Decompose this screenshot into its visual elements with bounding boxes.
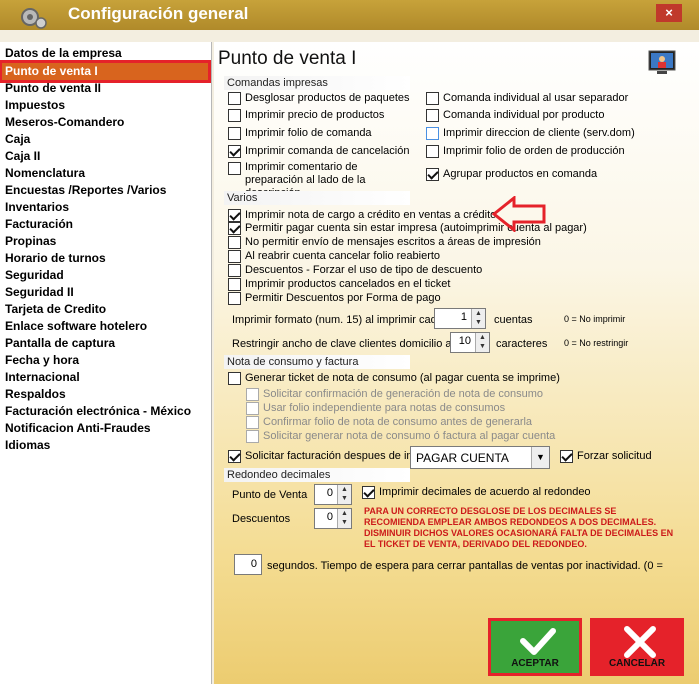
page-title: Punto de venta I (218, 48, 357, 69)
cb-solicitar-facturacion[interactable]: Solicitar facturación despues de imp (228, 449, 410, 465)
sidebar-item-impuestos[interactable]: Impuestos (2, 97, 208, 114)
cb-folio-produccion[interactable]: Imprimir folio de orden de producción (426, 144, 625, 160)
sidebar-item-horario[interactable]: Horario de turnos (2, 250, 208, 267)
cb-descuentos-forma-pago[interactable]: Permitir Descuentos por Forma de pago (228, 291, 441, 307)
sidebar-item-meseros[interactable]: Meseros-Comandero (2, 114, 208, 131)
restringir-stepper[interactable]: 10 ▲ ▼ (450, 332, 490, 353)
stepper-up-icon[interactable]: ▲ (338, 509, 351, 518)
gear-icon (21, 8, 47, 29)
formato-note: 0 = No imprimir (564, 314, 626, 324)
stepper-down-icon[interactable]: ▼ (338, 494, 351, 503)
cb-imprimir-decimales[interactable]: Imprimir decimales de acuerdo al redonde… (362, 485, 591, 501)
formato-unit: cuentas (494, 314, 533, 326)
cb-direccion-cliente[interactable]: Imprimir direccion de cliente (serv.dom) (426, 126, 635, 142)
sidebar-item-respaldos[interactable]: Respaldos (2, 386, 208, 403)
cb-individual-separador[interactable]: Comanda individual al usar separador (426, 91, 628, 107)
sidebar-item-fecha[interactable]: Fecha y hora (2, 352, 208, 369)
sidebar-item-facturacion[interactable]: Facturación (2, 216, 208, 233)
restringir-note: 0 = No restringir (564, 338, 629, 348)
checkmark-icon (520, 628, 556, 655)
close-button[interactable]: × (656, 4, 682, 22)
stepper-down-icon[interactable]: ▼ (476, 342, 489, 351)
red-arrow-annotation (492, 196, 546, 232)
sidebar-item-idiomas[interactable]: Idiomas (2, 437, 208, 454)
descuentos-stepper[interactable]: 0 ▲ ▼ (314, 508, 352, 529)
cb-agrupar[interactable]: Agrupar productos en comanda (426, 167, 597, 183)
accept-button[interactable]: ACEPTAR (488, 618, 582, 676)
config-window: Configuración general × Datos de la empr… (0, 0, 699, 684)
redondeo-warning: PARA UN CORRECTO DESGLOSE DE LOS DECIMAL… (364, 506, 674, 549)
facturacion-select[interactable]: PAGAR CUENTA ▼ (410, 446, 550, 469)
sidebar-item-punto-venta-1[interactable]: Punto de venta I (0, 60, 211, 83)
section-redondeo: Redondeo decimales (224, 468, 410, 482)
punto-venta-stepper[interactable]: 0 ▲ ▼ (314, 484, 352, 505)
main-panel: Punto de venta I Comandas impresas Desgl… (214, 42, 699, 684)
espera-label: segundos. Tiempo de espera para cerrar p… (267, 560, 663, 572)
stepper-up-icon[interactable]: ▲ (472, 309, 485, 318)
cb-individual-producto[interactable]: Comanda individual por producto (426, 108, 604, 124)
cb-solicitar-nota-factura[interactable]: Solicitar generar nota de consumo ó fact… (246, 429, 555, 445)
sidebar-item-inventarios[interactable]: Inventarios (2, 199, 208, 216)
sidebar: Datos de la empresa Punto de venta I Pun… (0, 42, 212, 684)
sidebar-item-datos-empresa[interactable]: Datos de la empresa (2, 45, 208, 62)
stepper-down-icon[interactable]: ▼ (338, 518, 351, 527)
cb-desglosar[interactable]: Desglosar productos de paquetes (228, 91, 410, 107)
sidebar-item-seguridad-2[interactable]: Seguridad II (2, 284, 208, 301)
sidebar-item-caja[interactable]: Caja (2, 131, 208, 148)
sidebar-item-internacional[interactable]: Internacional (2, 369, 208, 386)
sidebar-item-pantalla[interactable]: Pantalla de captura (2, 335, 208, 352)
stepper-up-icon[interactable]: ▲ (476, 333, 489, 342)
section-consumo: Nota de consumo y factura (224, 355, 410, 369)
accept-label: ACEPTAR (511, 658, 559, 669)
sidebar-item-antifraudes[interactable]: Notificacion Anti-Fraudes (2, 420, 208, 437)
sidebar-item-punto-venta-2[interactable]: Punto de venta II (2, 80, 208, 97)
cb-comentario[interactable]: Imprimir comentario de preparación al la… (228, 161, 408, 199)
punto-venta-label: Punto de Venta (232, 489, 308, 501)
restringir-unit: caracteres (496, 338, 548, 350)
cb-precio[interactable]: Imprimir precio de productos (228, 108, 384, 124)
descuentos-label: Descuentos (232, 513, 291, 525)
stepper-down-icon[interactable]: ▼ (472, 318, 485, 327)
sidebar-item-hotelero[interactable]: Enlace software hotelero (2, 318, 208, 335)
close-icon (624, 626, 656, 658)
sidebar-item-nomenclatura[interactable]: Nomenclatura (2, 165, 208, 182)
restringir-label: Restringir ancho de clave clientes domic… (232, 338, 452, 350)
title-bar: Configuración general × (0, 0, 699, 30)
window-title: Configuración general (68, 4, 249, 23)
sidebar-item-propinas[interactable]: Propinas (2, 233, 208, 250)
chevron-down-icon[interactable]: ▼ (531, 447, 549, 468)
sidebar-item-tarjeta[interactable]: Tarjeta de Credito (2, 301, 208, 318)
cb-comanda-cancelacion[interactable]: Imprimir comanda de cancelación (228, 144, 409, 160)
cb-forzar-solicitud[interactable]: Forzar solicitud (560, 449, 652, 465)
cancel-label: CANCELAR (608, 658, 666, 669)
cb-generar-ticket[interactable]: Generar ticket de nota de consumo (al pa… (228, 371, 560, 387)
cb-folio-comanda[interactable]: Imprimir folio de comanda (228, 126, 372, 142)
section-varios: Varios (224, 191, 410, 205)
sidebar-item-caja-2[interactable]: Caja II (2, 148, 208, 165)
sidebar-item-factura-electronica[interactable]: Facturación electrónica - México (2, 403, 208, 420)
formato-label: Imprimir formato (num. 15) al imprimir c… (232, 314, 443, 326)
sidebar-item-seguridad[interactable]: Seguridad (2, 267, 208, 284)
section-comandas: Comandas impresas (224, 76, 410, 90)
monitor-user-icon (648, 50, 676, 74)
sidebar-item-encuestas[interactable]: Encuestas /Reportes /Varios (2, 182, 208, 199)
formato-stepper[interactable]: 1 ▲ ▼ (434, 308, 486, 329)
cancel-button[interactable]: CANCELAR (590, 618, 684, 676)
stepper-up-icon[interactable]: ▲ (338, 485, 351, 494)
espera-input[interactable]: 0 (234, 554, 262, 575)
